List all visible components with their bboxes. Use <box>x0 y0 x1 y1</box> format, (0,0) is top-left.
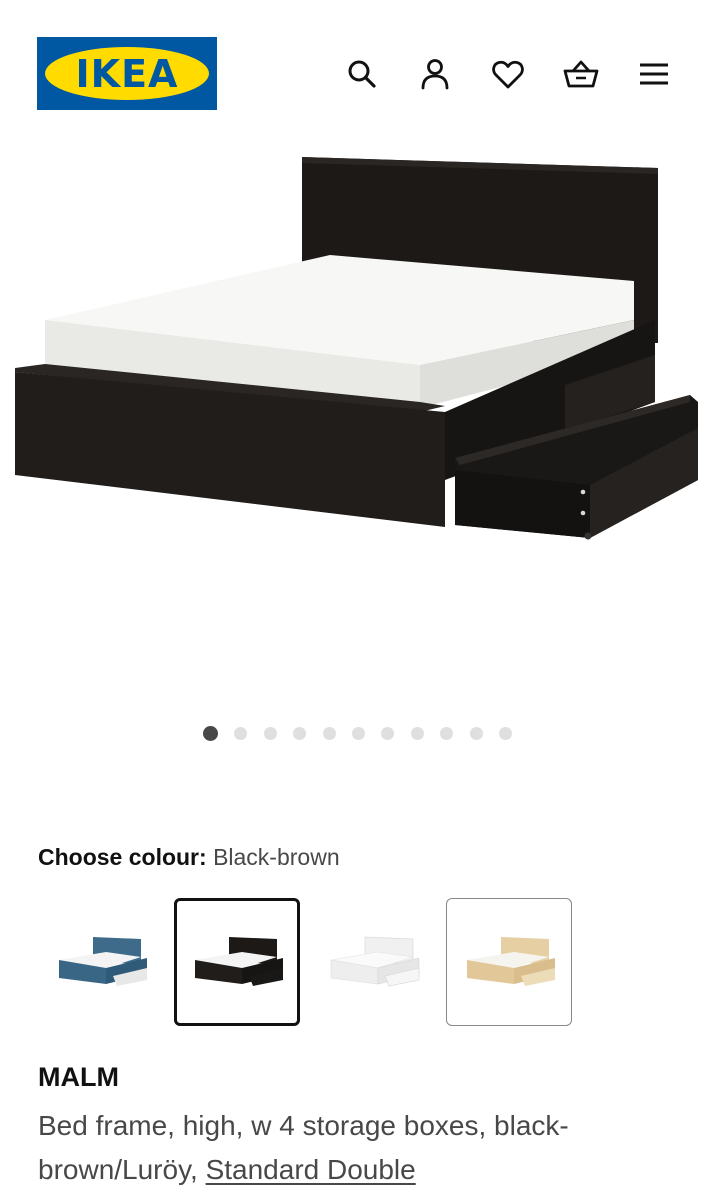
gallery-dot[interactable] <box>381 727 395 740</box>
colour-swatches <box>38 898 582 1026</box>
gallery-pagination <box>203 726 528 741</box>
header-icons <box>340 52 676 96</box>
header: IKEA <box>0 0 714 140</box>
colour-option-blue[interactable] <box>38 898 164 1026</box>
colour-chooser-label: Choose colour: Black-brown <box>38 843 340 871</box>
search-icon[interactable] <box>340 52 384 96</box>
account-icon[interactable] <box>413 52 457 96</box>
gallery-dot[interactable] <box>440 727 454 740</box>
product-image[interactable] <box>0 140 714 700</box>
basket-icon[interactable] <box>559 52 603 96</box>
gallery-dot[interactable] <box>498 727 512 740</box>
selected-colour: Black-brown <box>213 844 340 870</box>
size-link[interactable]: Standard Double <box>206 1154 416 1185</box>
favourites-icon[interactable] <box>486 52 530 96</box>
colour-option-black-brown[interactable] <box>174 898 300 1026</box>
logo-text: IKEA <box>75 51 179 96</box>
gallery-dot[interactable] <box>234 727 248 740</box>
gallery-dot[interactable] <box>293 727 307 740</box>
gallery-dot[interactable] <box>351 727 365 740</box>
ikea-logo[interactable]: IKEA <box>37 37 217 110</box>
gallery-dot[interactable] <box>469 727 483 740</box>
gallery-dot[interactable] <box>203 726 218 741</box>
menu-icon[interactable] <box>632 52 676 96</box>
gallery-dot[interactable] <box>322 727 336 740</box>
colour-label: Choose colour: <box>38 844 207 870</box>
colour-option-white[interactable] <box>310 898 436 1026</box>
gallery-dot[interactable] <box>263 727 277 740</box>
gallery-dot[interactable] <box>410 727 424 740</box>
product-description: Bed frame, high, w 4 storage boxes, blac… <box>38 1104 678 1192</box>
colour-option-oak[interactable] <box>446 898 572 1026</box>
product-name: MALM <box>38 1062 119 1092</box>
